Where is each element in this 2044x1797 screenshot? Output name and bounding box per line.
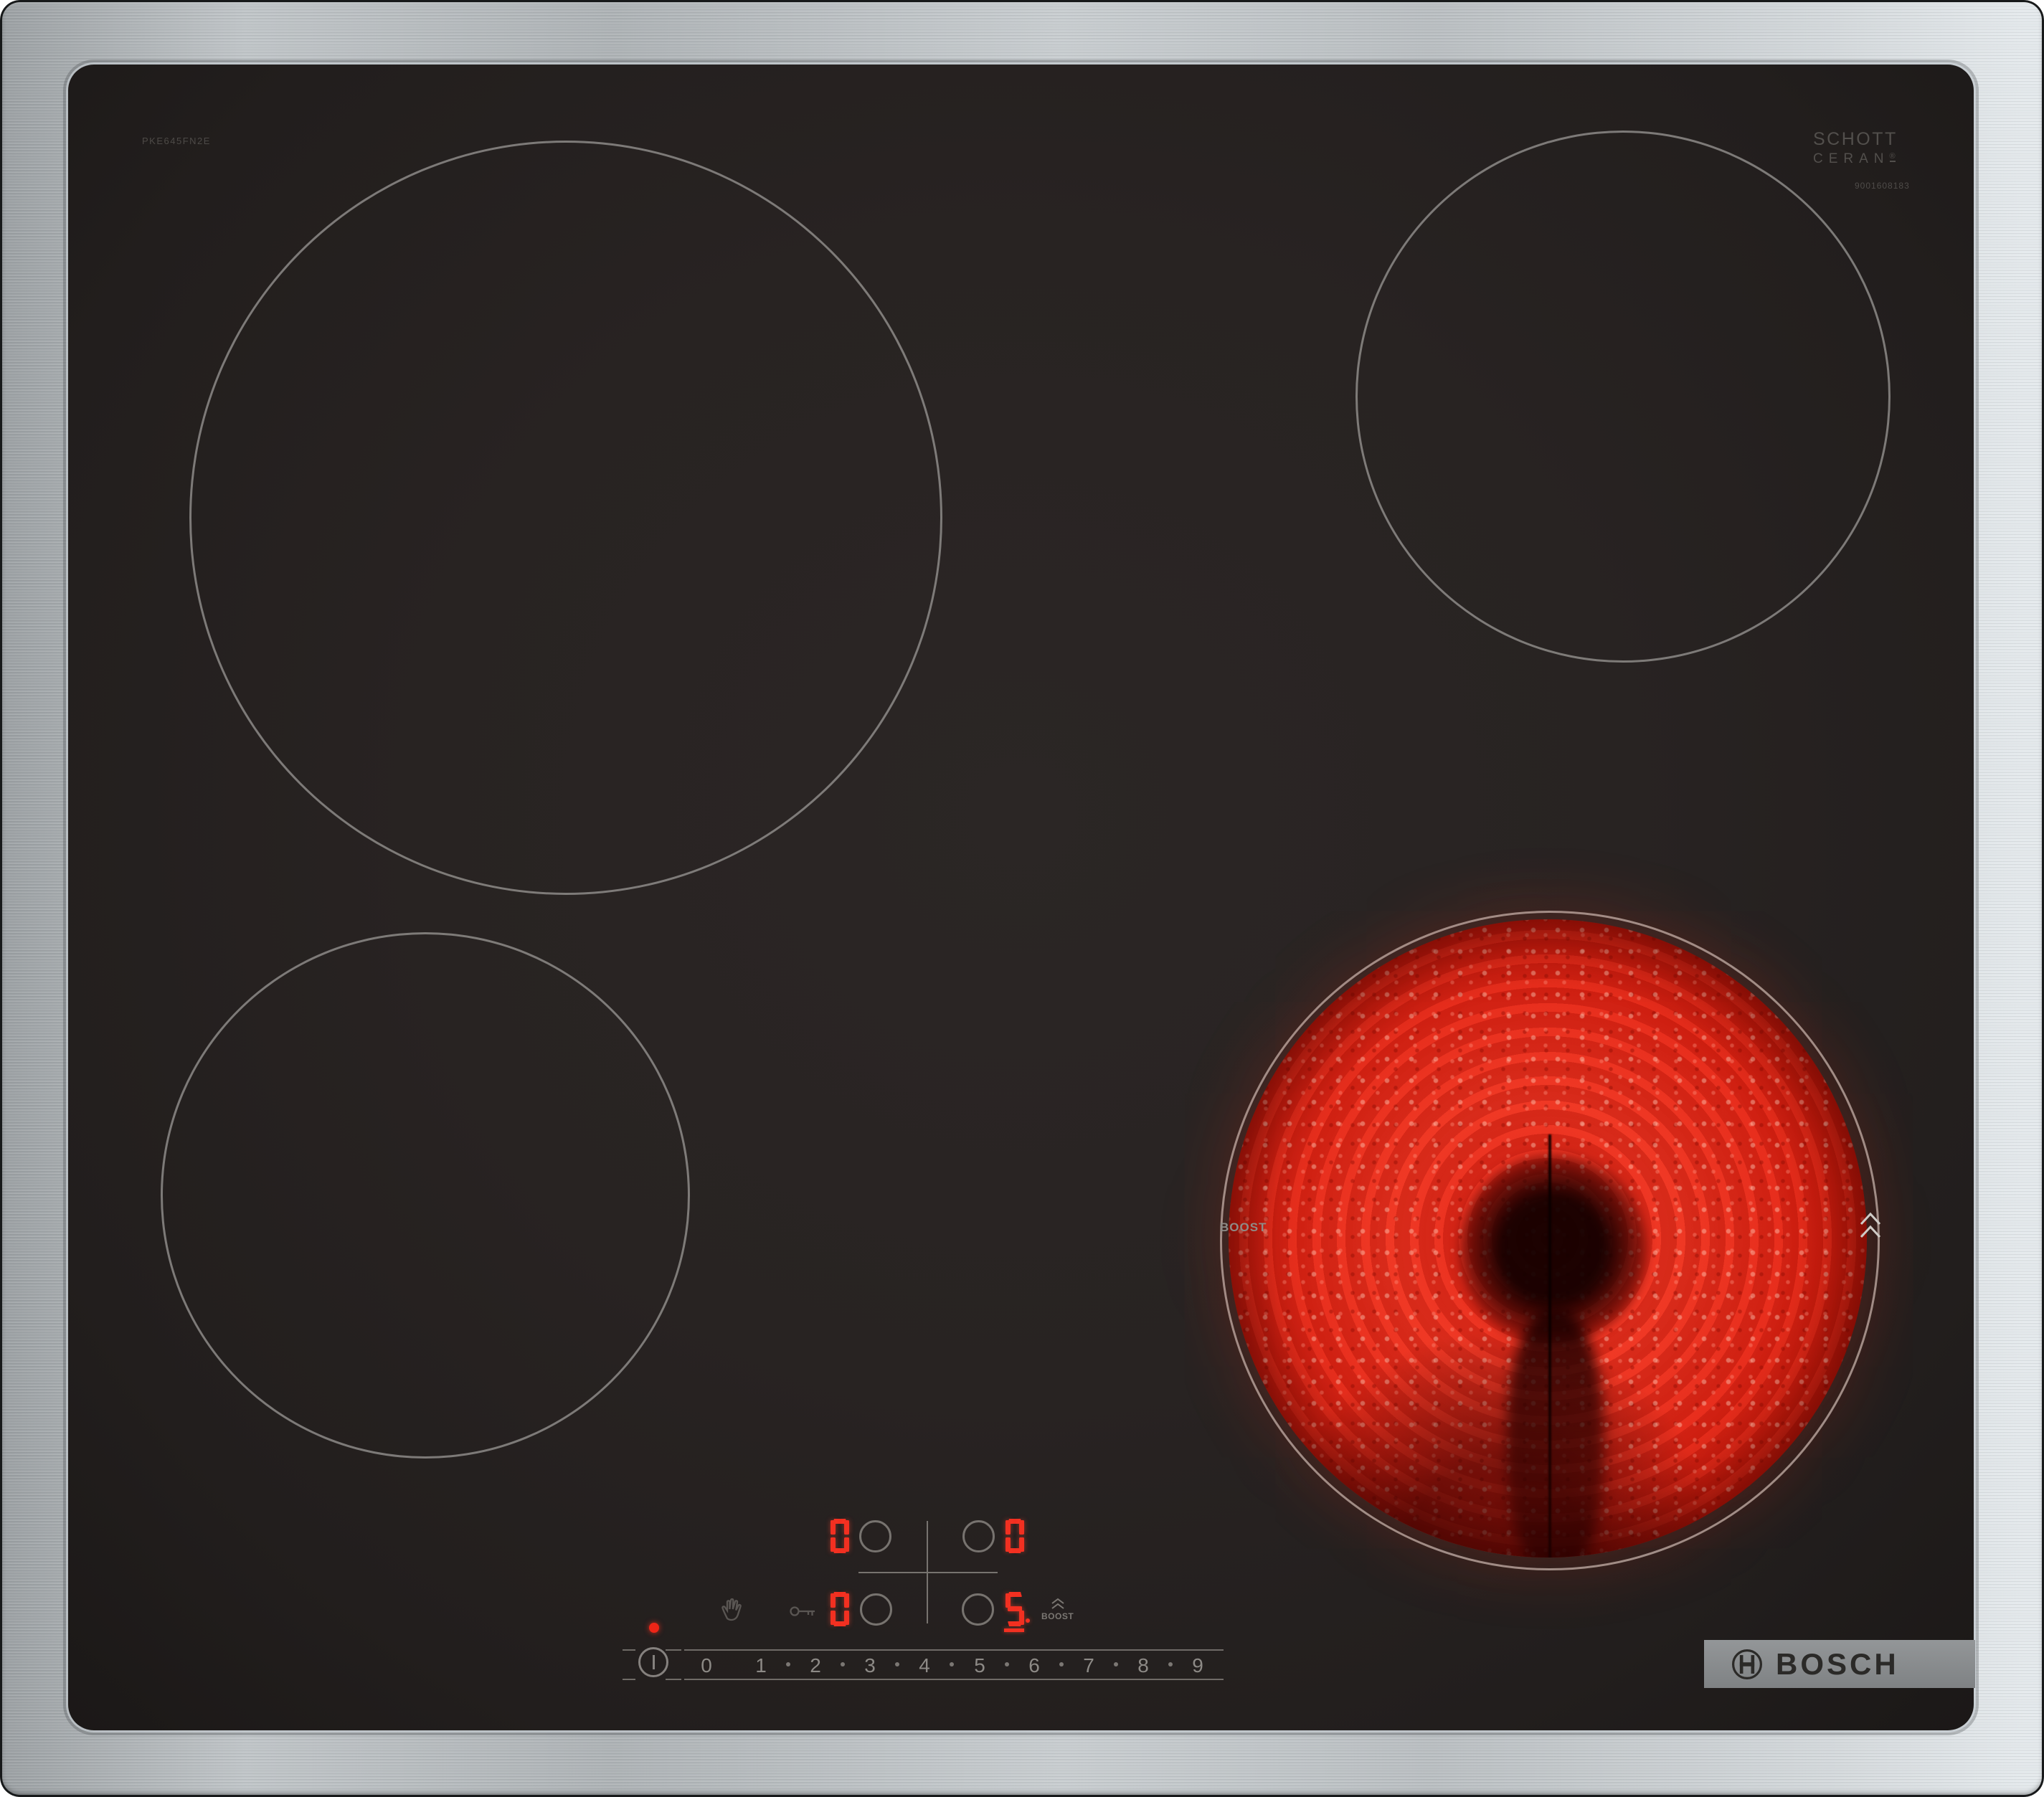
cross-lines-icon — [858, 1572, 998, 1573]
slider-level-1[interactable]: 1 — [755, 1654, 767, 1677]
zone-ring-back-left — [189, 141, 942, 895]
power-icon — [652, 1655, 655, 1669]
slider-dot — [1114, 1662, 1118, 1666]
hot-zone-rim-shadow — [1229, 919, 1867, 1557]
zone-select-circle-front-left[interactable] — [860, 1593, 892, 1626]
model-number-label: PKE645FN2E — [142, 136, 211, 146]
seven-segment-e — [1006, 1537, 1011, 1552]
registered-mark: ® — [1889, 152, 1896, 162]
hand-icon[interactable] — [719, 1596, 744, 1622]
display-back-right — [1006, 1519, 1024, 1553]
schott-ceran-logo: SCHOTT CERAN® — [1813, 131, 1898, 166]
hot-zone-glowing-element — [1229, 919, 1867, 1557]
seven-segment-e — [831, 1611, 836, 1625]
schott-line: SCHOTT — [1813, 129, 1898, 149]
slider-dot — [786, 1662, 790, 1666]
power-button[interactable] — [638, 1647, 668, 1677]
display-decimal-point — [1026, 1618, 1030, 1623]
zone-ring-front-left — [161, 932, 690, 1459]
slider-dot — [841, 1662, 845, 1666]
zone-select-circle-back-left[interactable] — [859, 1520, 891, 1552]
slider-level-2[interactable]: 2 — [810, 1654, 821, 1677]
seven-segment-e — [831, 1537, 836, 1552]
slider-level-9[interactable]: 9 — [1192, 1654, 1203, 1677]
divider — [623, 1649, 635, 1651]
boost-key[interactable]: BOOST — [1041, 1598, 1074, 1621]
brand-wordmark: BOSCH — [1776, 1646, 1899, 1681]
zone-ring-back-right — [1355, 131, 1891, 663]
ceran-line: CERAN® — [1813, 151, 1896, 166]
slider-dot — [1059, 1662, 1064, 1666]
slider-level-0[interactable]: 0 — [701, 1654, 712, 1677]
zone-select-circle-back-right[interactable] — [962, 1520, 995, 1552]
key-icon[interactable] — [789, 1603, 818, 1620]
seven-segment-f — [831, 1520, 836, 1535]
power-indicator-dot — [649, 1623, 659, 1633]
cooktop: PKE645FN2E SCHOTT CERAN® 9001608183 BOOS… — [0, 0, 2044, 1797]
slider-dot — [1005, 1662, 1009, 1666]
seven-segment-b — [844, 1520, 849, 1535]
seven-segment-f — [831, 1593, 836, 1608]
slider-level-4[interactable]: 4 — [919, 1654, 930, 1677]
double-chevron-up-icon — [1860, 1212, 1881, 1238]
glass-code-label: 9001608183 — [1855, 181, 1910, 191]
divider — [666, 1649, 681, 1651]
seven-segment-b — [844, 1593, 849, 1608]
display-underline — [1004, 1628, 1024, 1632]
double-chevron-up-icon — [1051, 1598, 1064, 1609]
seven-segment-f — [1006, 1520, 1011, 1535]
slider-dot — [895, 1662, 899, 1666]
slider-track-bottom-line — [684, 1679, 1224, 1680]
slider-level-6[interactable]: 6 — [1028, 1654, 1040, 1677]
bosch-logo-icon — [1732, 1649, 1762, 1679]
display-front-right — [1006, 1592, 1024, 1626]
divider — [623, 1679, 635, 1680]
slider-track-top-line — [684, 1649, 1224, 1651]
zone-select-circle-front-right[interactable] — [962, 1593, 994, 1626]
slider-level-8[interactable]: 8 — [1137, 1654, 1149, 1677]
display-front-left — [831, 1592, 849, 1626]
brand-badge: BOSCH — [1704, 1640, 1975, 1688]
hot-zone-boost-label: BOOST — [1220, 1220, 1267, 1234]
seven-segment-b — [1019, 1520, 1024, 1535]
slider-level-5[interactable]: 5 — [974, 1654, 985, 1677]
display-back-left — [831, 1519, 849, 1553]
slider-dot — [1168, 1662, 1173, 1666]
slider-level-7[interactable]: 7 — [1083, 1654, 1094, 1677]
seven-segment-d — [1008, 1621, 1022, 1626]
seven-segment-f — [1006, 1593, 1011, 1608]
boost-key-label: BOOST — [1041, 1611, 1074, 1621]
slider-dot — [950, 1662, 954, 1666]
divider — [666, 1679, 681, 1680]
slider-level-3[interactable]: 3 — [864, 1654, 876, 1677]
